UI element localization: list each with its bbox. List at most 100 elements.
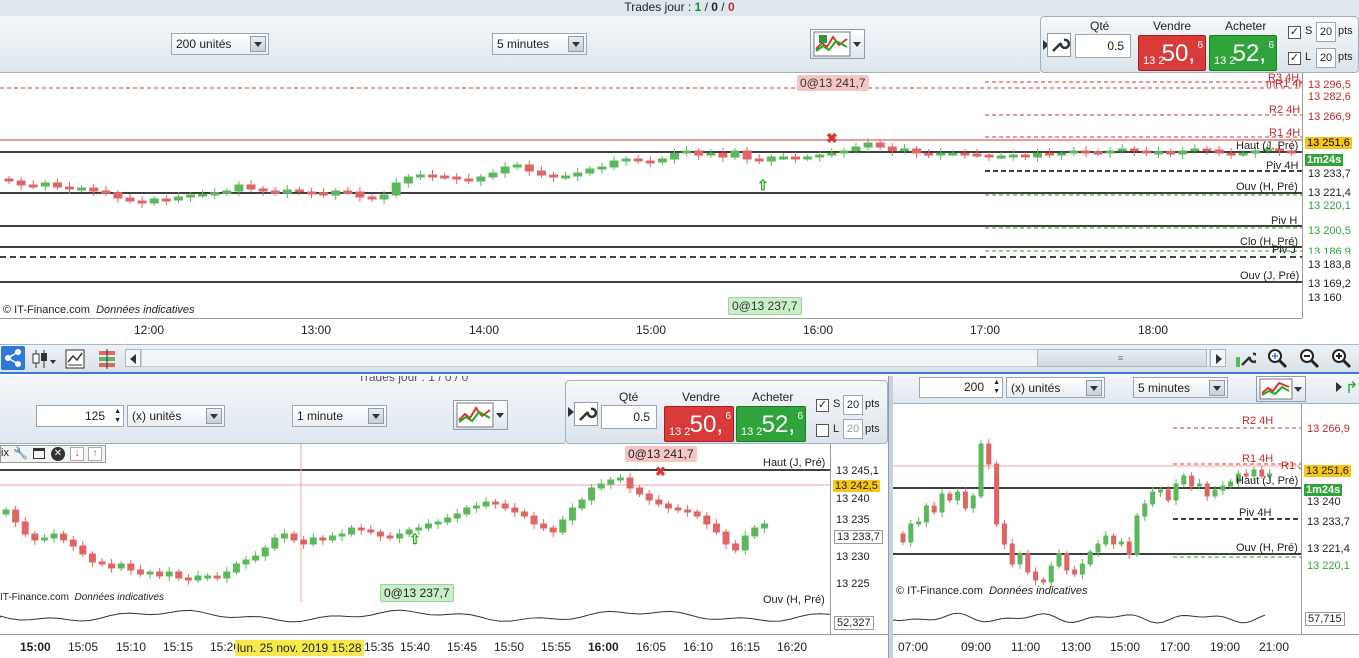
maximize-icon[interactable]: [33, 448, 45, 459]
horizontal-scrollbar-thumb[interactable]: ≡: [1037, 349, 1207, 367]
bl-buy-button[interactable]: 13 2 52, 6: [736, 406, 806, 442]
candle-type-button[interactable]: [30, 348, 56, 370]
top-candle: [742, 150, 752, 160]
bl-candle: [645, 493, 653, 501]
chart-settings-button[interactable]: [1234, 347, 1260, 369]
zoom-out-button[interactable]: [1298, 347, 1320, 369]
br-oscillator-chart[interactable]: [893, 602, 1301, 634]
bl-limit-pts-input[interactable]: 20: [843, 419, 863, 439]
chevron-down-icon: [1294, 387, 1302, 392]
candlestick-icon: [32, 350, 56, 368]
buy-arrow-icon: ⇧: [757, 177, 769, 193]
bl-candle: [60, 533, 68, 541]
br-period-select[interactable]: 5 minutes: [1133, 377, 1228, 398]
bl-order-label-upper[interactable]: 0@13 241,7: [625, 446, 697, 462]
countdown-tag: 1m24s: [1305, 154, 1344, 166]
br-price-chart[interactable]: [893, 404, 1301, 598]
zoom-in-button[interactable]: [1330, 347, 1352, 369]
bl-price-chart[interactable]: ✖⇧: [0, 444, 830, 602]
top-candle: [924, 152, 934, 156]
level-label-ouv-j: Ouv (J, Pré): [1240, 270, 1300, 282]
bl-candle: [357, 527, 365, 531]
bl-limit-checkbox[interactable]: [816, 424, 829, 437]
qty-input[interactable]: 0.5: [1075, 34, 1131, 58]
bl-order-label-lower[interactable]: 0@13 237,7: [380, 584, 454, 602]
br-level-haut: Haut (J, Pré): [1236, 475, 1299, 487]
top-candle: [294, 189, 304, 193]
wrench-icon[interactable]: 🔧: [13, 446, 28, 460]
grip-icon: ≡: [1118, 353, 1124, 363]
sell-button[interactable]: 13 2 50, 6: [1138, 35, 1206, 71]
top-price-chart[interactable]: ✖⇧: [0, 73, 1359, 318]
settings-wrench-button[interactable]: [1047, 33, 1071, 57]
top-candle: [536, 170, 546, 176]
y-label: 13 233,7: [1307, 516, 1350, 528]
bl-indicator-button[interactable]: [453, 400, 508, 430]
bl-limit-label: L: [833, 423, 840, 435]
cursor-time-tag: lun. 25 nov. 2019 15:28: [235, 640, 364, 656]
top-candle: [355, 191, 365, 198]
top-units-select[interactable]: 200 unités: [171, 33, 269, 55]
bl-units-spinner[interactable]: 125 ▲ ▼: [36, 405, 124, 427]
bl-period-select[interactable]: 1 minute: [292, 405, 387, 427]
y-label: 13 296,5: [1308, 79, 1351, 91]
x-label: 14:00: [469, 323, 500, 337]
top-candle: [343, 190, 353, 194]
x-label: 07:00: [898, 640, 929, 654]
bl-wrench-button[interactable]: [574, 402, 598, 426]
br-units-spinner[interactable]: 200 ▲ ▼: [919, 377, 1003, 398]
y-label: 13 221,4: [1308, 187, 1351, 199]
br-candle: [978, 443, 984, 497]
bl-units-select[interactable]: (x) unités: [127, 405, 225, 427]
bl-sell-button[interactable]: 13 2 50, 6: [664, 406, 734, 442]
zoom-fit-button[interactable]: [1266, 347, 1288, 369]
move-down-icon[interactable]: ↓: [70, 447, 84, 461]
scroll-left-button[interactable]: [125, 349, 141, 367]
top-candle: [4, 178, 14, 182]
bl-candle: [568, 507, 576, 521]
x-label: 16:05: [636, 640, 667, 654]
indicators-list-button[interactable]: [64, 348, 86, 370]
limit-checkbox[interactable]: ✓: [1288, 52, 1301, 65]
stop-pts-input[interactable]: 20: [1316, 22, 1336, 42]
br-osc-value: 57,715: [1305, 612, 1345, 626]
scroll-right-button[interactable]: [1210, 349, 1226, 367]
br-units-select[interactable]: (x) unités: [1006, 377, 1105, 398]
bl-candle: [69, 539, 77, 547]
bl-candle: [722, 531, 730, 545]
top-period-select[interactable]: 5 minutes: [492, 33, 587, 55]
top-candle: [331, 190, 341, 196]
buy-button[interactable]: 13 2 52, 6: [1209, 35, 1277, 71]
br-expand-arrow-icon[interactable]: [1336, 382, 1342, 392]
chevron-down-icon: [368, 408, 384, 424]
bl-stop-pts-input[interactable]: 20: [843, 395, 863, 415]
br-candle: [923, 505, 929, 523]
x-label: 19:00: [1210, 640, 1241, 654]
br-candle: [1134, 515, 1140, 555]
x-label: 18:00: [1138, 323, 1169, 337]
x-label: 15:50: [494, 640, 525, 654]
stop-checkbox[interactable]: ✓: [1288, 26, 1301, 39]
y-label: 13 169,2: [1308, 278, 1351, 290]
bl-candle: [98, 561, 106, 565]
br-trade-icon[interactable]: ↱: [1345, 378, 1359, 400]
limit-pts-input[interactable]: 20: [1316, 48, 1336, 68]
top-order-label-lower[interactable]: 0@13 237,7: [728, 297, 802, 315]
bl-candle: [328, 535, 336, 541]
top-indicator-button[interactable]: [810, 29, 865, 59]
move-up-icon[interactable]: ↑: [88, 447, 102, 461]
top-candle: [391, 182, 401, 196]
br-candle: [1189, 475, 1195, 487]
bl-qty-input[interactable]: 0.5: [601, 405, 657, 429]
layers-button[interactable]: [96, 348, 120, 370]
bl-oscillator-chart[interactable]: [0, 604, 830, 632]
top-candle: [1117, 148, 1127, 152]
limit-pts-label: pts: [1338, 51, 1353, 63]
bl-stop-checkbox[interactable]: ✓: [816, 399, 829, 412]
br-indicator-button[interactable]: [1256, 376, 1306, 402]
top-order-label-upper[interactable]: 0@13 241,7: [797, 75, 869, 91]
top-candle: [258, 188, 268, 192]
top-candle: [718, 152, 728, 158]
share-button[interactable]: [1, 346, 25, 370]
close-icon[interactable]: ✕: [51, 447, 65, 461]
